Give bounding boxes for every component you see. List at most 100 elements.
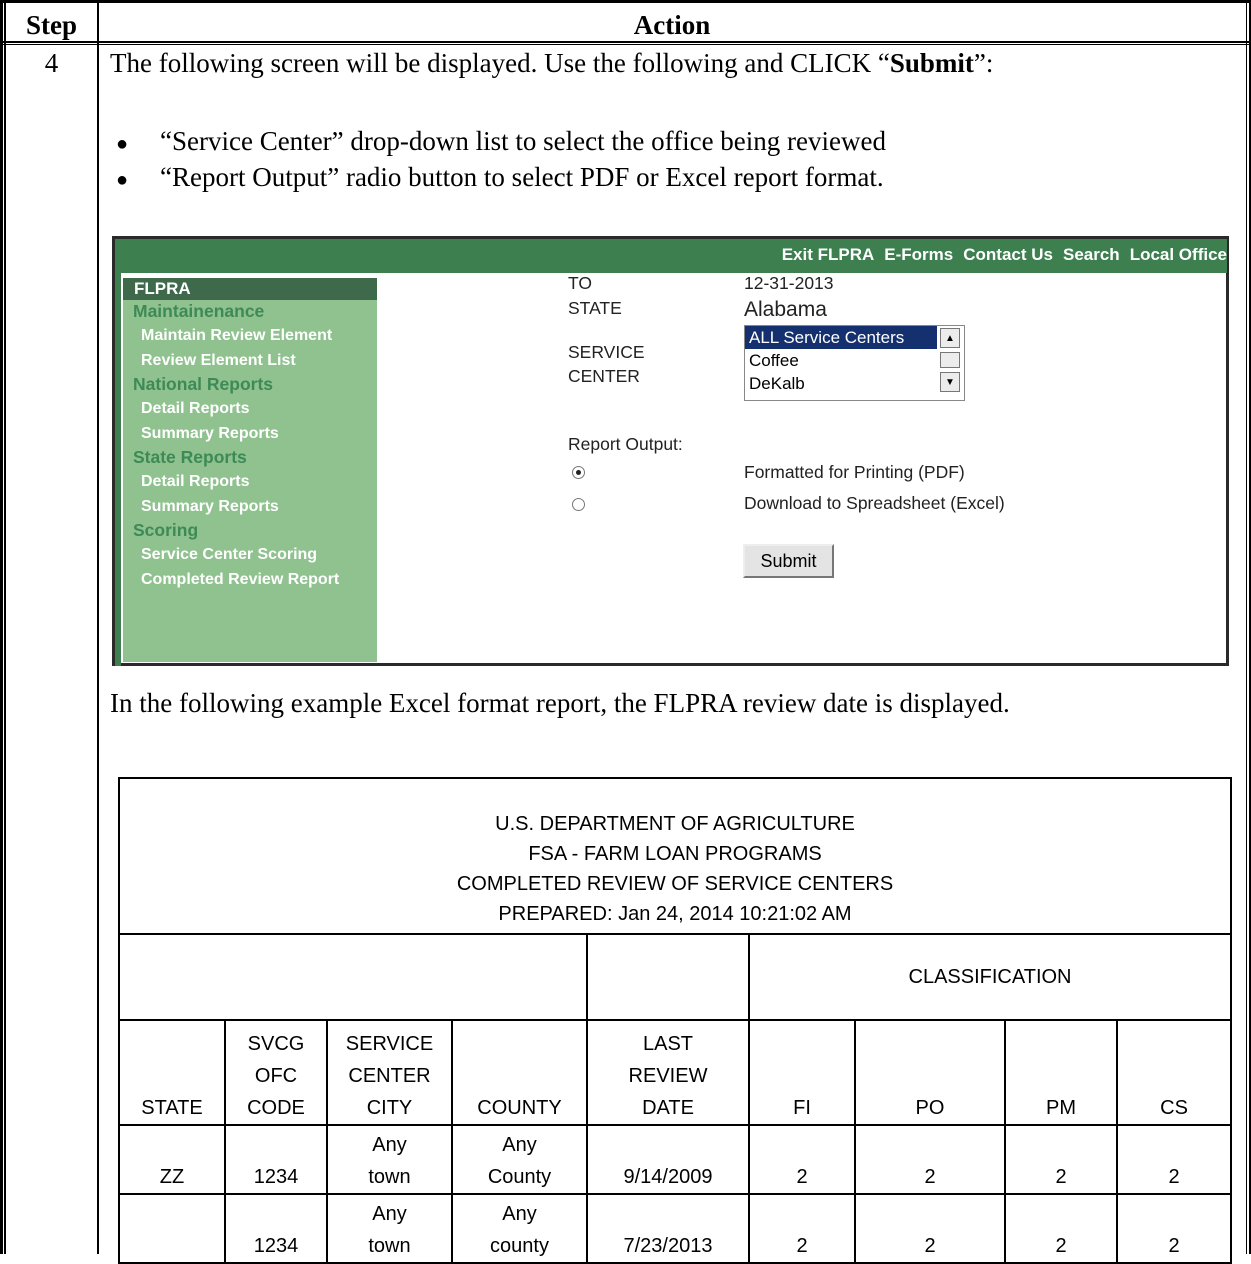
blank-header-cell: [118, 933, 588, 1021]
cell-county: Any County: [451, 1124, 588, 1195]
state-label: STATE: [568, 298, 622, 318]
cell-code: 1234: [224, 1193, 328, 1264]
scroll-up-icon[interactable]: ▲: [940, 328, 960, 348]
column-header-po: PO: [854, 1019, 1006, 1126]
header-text: CITY: [366, 1097, 413, 1119]
list-item: ● “Report Output” radio button to select …: [110, 162, 886, 198]
cell-code: 1234: [224, 1124, 328, 1195]
sidebar-item-completed-review-report[interactable]: Completed Review Report: [123, 567, 377, 592]
left-edge-bar: [115, 270, 121, 666]
header-text: SVCG: [247, 1033, 305, 1055]
nav-e-forms[interactable]: E-Forms: [884, 245, 953, 265]
header-text: DATE: [642, 1097, 694, 1119]
sidebar-title: FLPRA: [123, 278, 377, 300]
report-table: U.S. DEPARTMENT OF AGRICULTURE FSA - FAR…: [117, 777, 1233, 1264]
report-title-line: COMPLETED REVIEW OF SERVICE CENTERS: [456, 873, 894, 895]
cell-cs: 2: [1115, 1193, 1233, 1264]
intro-bold: Submit: [889, 48, 974, 78]
sidebar-section-national-reports: National Reports: [133, 374, 274, 394]
column-header-last-review-date: LAST REVIEW DATE: [586, 1019, 750, 1126]
intro-prefix: The following screen will be displayed. …: [110, 48, 890, 78]
scroll-down-icon[interactable]: ▼: [940, 372, 960, 392]
column-header-county: COUNTY: [451, 1019, 588, 1126]
column-divider: [97, 0, 99, 1254]
sidebar-item-review-element-list[interactable]: Review Element List: [123, 348, 377, 373]
table-right-border: [1246, 0, 1251, 1254]
cell-date: 7/23/2013: [586, 1193, 750, 1264]
listbox-option[interactable]: DeKalb: [745, 372, 964, 395]
sidebar-item-national-summary-reports[interactable]: Summary Reports: [123, 421, 377, 446]
cell-fi: 2: [748, 1124, 856, 1195]
flpra-app-screenshot: Exit FLPRA E-Forms Contact Us Search Loc…: [112, 236, 1229, 666]
header-text: REVIEW: [628, 1065, 708, 1087]
header-text: COUNTY: [477, 1097, 562, 1119]
to-label: TO: [568, 273, 592, 293]
classification-header: CLASSIFICATION: [747, 933, 1233, 1021]
excel-radio[interactable]: [572, 498, 585, 511]
sidebar-item-service-center-scoring[interactable]: Service Center Scoring: [123, 542, 377, 567]
cell-pm: 2: [1004, 1124, 1118, 1195]
cell-pm: 2: [1004, 1193, 1118, 1264]
cell-text: county: [490, 1235, 549, 1257]
submit-button[interactable]: Submit: [743, 544, 834, 578]
listbox-scrollbar[interactable]: ▲ ▼: [940, 328, 962, 398]
sidebar-section-scoring: Scoring: [133, 520, 199, 540]
step-number: 4: [44, 48, 59, 78]
cell-text: Any: [372, 1134, 407, 1156]
state-value: Alabama: [744, 298, 827, 321]
column-header-cs: CS: [1115, 1019, 1233, 1126]
service-center-label-2: CENTER: [568, 366, 640, 386]
example-paragraph: In the following example Excel format re…: [110, 688, 1010, 718]
sidebar-section-maintenance: Maintainenance: [133, 301, 265, 321]
cell-county: Any county: [451, 1193, 588, 1264]
header-text: STATE: [141, 1097, 203, 1119]
column-header-state: STATE: [118, 1019, 226, 1126]
cell-city: Any town: [326, 1193, 453, 1264]
cell-state: [118, 1193, 226, 1264]
pdf-option-label: Formatted for Printing (PDF): [744, 462, 965, 482]
table-top-border: [0, 0, 1251, 3]
nav-exit-flpra[interactable]: Exit FLPRA: [782, 245, 875, 265]
header-divider: [0, 41, 1251, 43]
sidebar: FLPRA Maintainenance Maintain Review Ele…: [123, 278, 377, 662]
report-prepared-line: PREPARED: Jan 24, 2014 10:21:02 AM: [498, 903, 852, 925]
cell-text: Any: [372, 1203, 407, 1225]
bullet-icon: ●: [116, 133, 129, 155]
nav-search[interactable]: Search: [1063, 245, 1120, 265]
sidebar-item-maintain-review-element[interactable]: Maintain Review Element: [123, 323, 377, 348]
excel-report-example: U.S. DEPARTMENT OF AGRICULTURE FSA - FAR…: [117, 777, 1233, 1264]
action-header: Action: [633, 10, 711, 40]
cell-text: Any: [502, 1134, 537, 1156]
cell-cs: 2: [1115, 1124, 1233, 1195]
cell-city: Any town: [326, 1124, 453, 1195]
list-item: ● “Service Center” drop-down list to sele…: [110, 126, 886, 162]
sidebar-item-state-summary-reports[interactable]: Summary Reports: [123, 494, 377, 519]
header-text: CS: [1160, 1097, 1188, 1119]
scroll-thumb[interactable]: [940, 352, 960, 368]
nav-local-office[interactable]: Local Office: [1130, 245, 1227, 265]
header-text: FI: [793, 1097, 811, 1119]
top-nav-links: Exit FLPRA E-Forms Contact Us Search Loc…: [782, 245, 1227, 265]
header-text: LAST: [642, 1033, 694, 1055]
listbox-option-selected[interactable]: ALL Service Centers: [745, 326, 937, 349]
nav-contact-us[interactable]: Contact Us: [963, 245, 1053, 265]
pdf-radio[interactable]: [572, 466, 585, 479]
cell-text: town: [368, 1166, 411, 1188]
column-header-svcg-ofc-code: SVCG OFC CODE: [224, 1019, 328, 1126]
header-text: PM: [1046, 1097, 1076, 1119]
listbox-option[interactable]: Coffee: [745, 349, 964, 372]
blank-header-cell: [586, 933, 750, 1021]
intro-suffix: ”:: [973, 48, 994, 78]
service-center-listbox[interactable]: ALL Service Centers Coffee DeKalb ▲ ▼: [744, 325, 965, 401]
cell-text: town: [368, 1235, 411, 1257]
column-header-service-center-city: SERVICE CENTER CITY: [326, 1019, 453, 1126]
list-item-text: “Service Center” drop-down list to selec…: [160, 126, 886, 156]
cell-fi: 2: [748, 1193, 856, 1264]
header-text: CODE: [247, 1097, 305, 1119]
sidebar-item-national-detail-reports[interactable]: Detail Reports: [123, 396, 377, 421]
table-row: 1234 Any town Any county 7/23/2013 2 2 2 2: [118, 1193, 1233, 1264]
report-output-label: Report Output:: [568, 434, 683, 454]
sidebar-item-state-detail-reports[interactable]: Detail Reports: [123, 469, 377, 494]
to-value: 12-31-2013: [744, 273, 834, 293]
cell-state: ZZ: [118, 1124, 226, 1195]
